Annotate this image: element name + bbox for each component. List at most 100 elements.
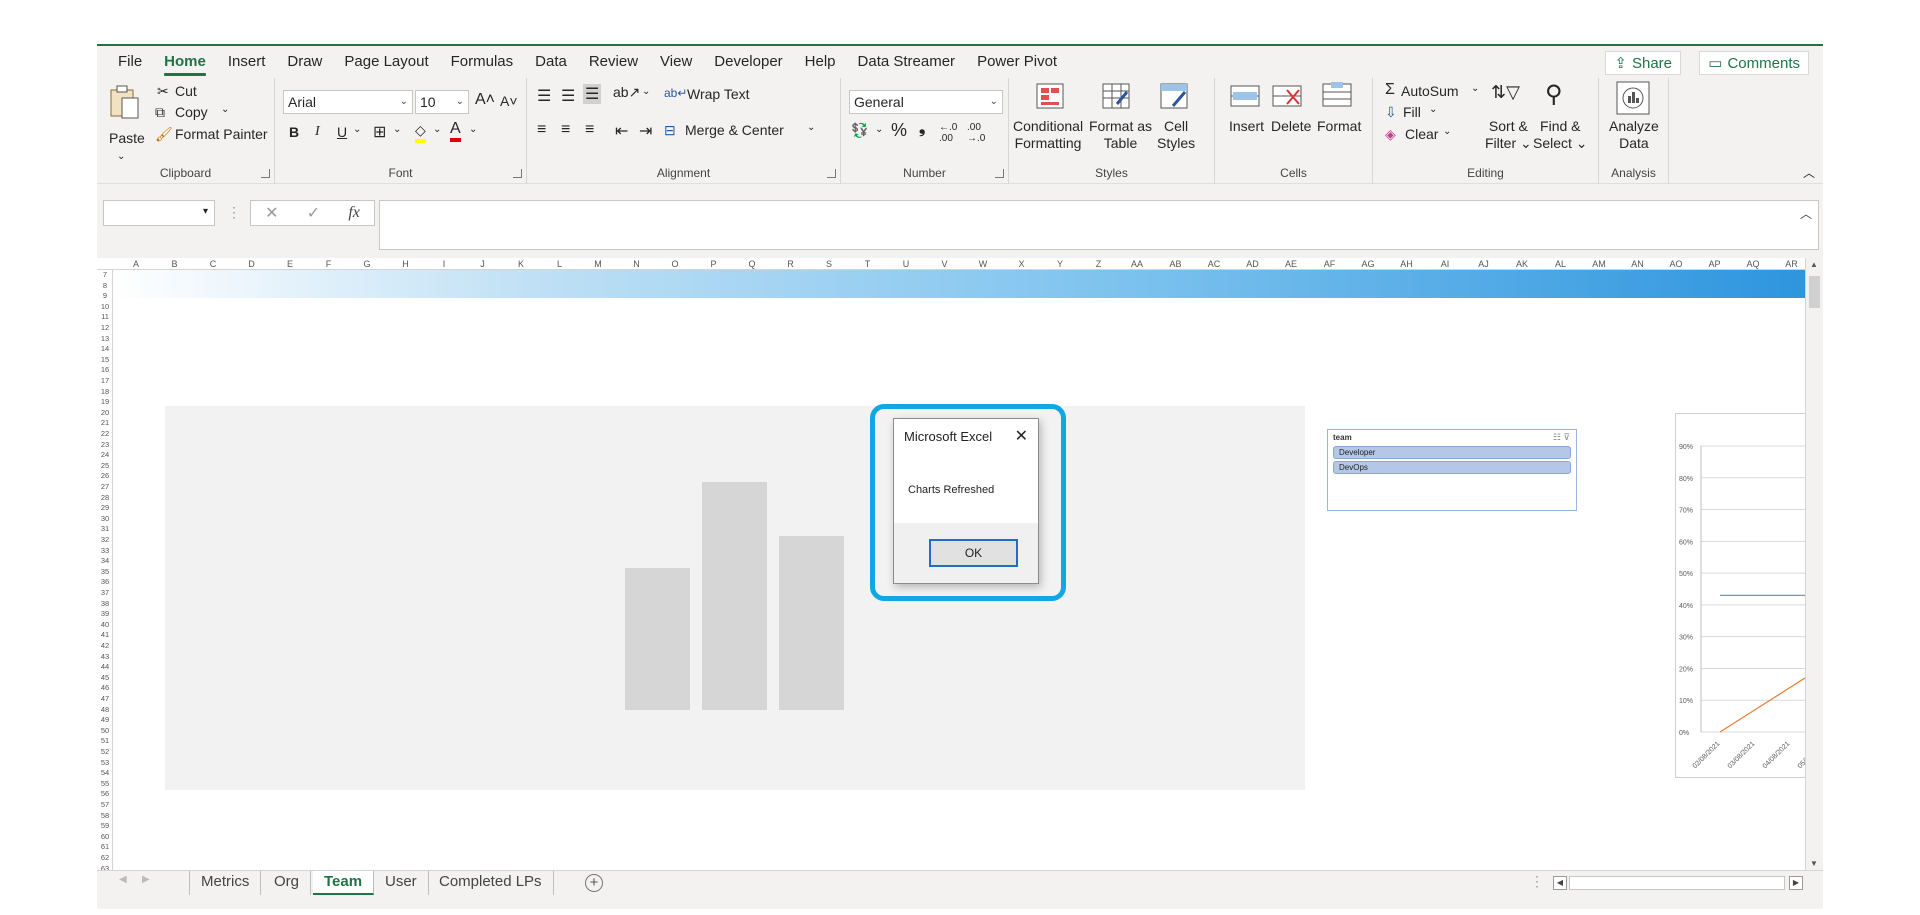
- column-header[interactable]: U: [887, 258, 925, 270]
- tab-file[interactable]: File: [107, 46, 153, 78]
- row-header[interactable]: 31: [97, 524, 113, 535]
- row-header[interactable]: 50: [97, 726, 113, 737]
- column-header[interactable]: AO: [1657, 258, 1695, 270]
- column-header[interactable]: D: [233, 258, 271, 270]
- row-header[interactable]: 40: [97, 620, 113, 631]
- autosum-button[interactable]: AutoSum: [1401, 83, 1459, 99]
- row-header[interactable]: 42: [97, 641, 113, 652]
- column-header[interactable]: C: [194, 258, 232, 270]
- column-header[interactable]: T: [849, 258, 887, 270]
- comments-button[interactable]: ▭ Comments: [1699, 51, 1809, 75]
- align-top-icon[interactable]: ☰: [537, 86, 551, 106]
- row-header[interactable]: 24: [97, 450, 113, 461]
- increase-indent-icon[interactable]: ⇥: [639, 121, 652, 141]
- row-header[interactable]: 53: [97, 758, 113, 769]
- align-middle-icon[interactable]: ☰: [561, 86, 575, 106]
- row-header[interactable]: 51: [97, 736, 113, 747]
- scroll-down-icon[interactable]: ▼: [1810, 859, 1818, 868]
- row-header[interactable]: 52: [97, 747, 113, 758]
- row-header[interactable]: 21: [97, 418, 113, 429]
- column-header[interactable]: AJ: [1465, 258, 1503, 270]
- expand-formula-bar-icon[interactable]: ︿: [1800, 205, 1812, 222]
- percent-button[interactable]: %: [891, 120, 907, 141]
- row-header[interactable]: 32: [97, 535, 113, 546]
- tab-split-grip-icon[interactable]: ⋮: [1530, 873, 1544, 890]
- row-header[interactable]: 22: [97, 429, 113, 440]
- orientation-dropdown-icon[interactable]: ⌄: [642, 86, 650, 97]
- column-header[interactable]: AE: [1272, 258, 1310, 270]
- merge-center-button[interactable]: Merge & Center: [685, 122, 784, 138]
- alignment-launcher-icon[interactable]: [827, 169, 836, 178]
- row-header[interactable]: 48: [97, 705, 113, 716]
- decrease-font-icon[interactable]: A˅: [500, 93, 518, 109]
- increase-font-icon[interactable]: A˄: [475, 91, 495, 109]
- column-header[interactable]: AB: [1157, 258, 1195, 270]
- column-header[interactable]: I: [425, 258, 463, 270]
- row-header[interactable]: 49: [97, 715, 113, 726]
- tab-review[interactable]: Review: [578, 46, 649, 78]
- sort-filter-button[interactable]: Sort & Filter ⌄: [1485, 118, 1532, 152]
- column-header[interactable]: F: [310, 258, 348, 270]
- formula-input[interactable]: ︿: [379, 200, 1819, 250]
- row-header[interactable]: 60: [97, 832, 113, 843]
- row-header[interactable]: 16: [97, 365, 113, 376]
- name-box-dropdown-icon[interactable]: ▾: [203, 206, 208, 217]
- tab-developer[interactable]: Developer: [703, 46, 793, 78]
- row-header[interactable]: 36: [97, 577, 113, 588]
- column-header[interactable]: AC: [1195, 258, 1233, 270]
- add-sheet-icon[interactable]: +: [585, 874, 603, 892]
- row-header[interactable]: 59: [97, 821, 113, 832]
- sheet-tab-user[interactable]: User: [374, 871, 429, 895]
- tab-power-pivot[interactable]: Power Pivot: [966, 46, 1068, 78]
- column-header[interactable]: AK: [1503, 258, 1541, 270]
- column-header[interactable]: AI: [1426, 258, 1464, 270]
- column-header[interactable]: X: [1003, 258, 1041, 270]
- tab-data[interactable]: Data: [524, 46, 578, 78]
- row-header[interactable]: 33: [97, 546, 113, 557]
- column-header[interactable]: J: [464, 258, 502, 270]
- sheet-tab-team[interactable]: Team: [313, 871, 375, 895]
- autosum-dropdown-icon[interactable]: ⌄: [1471, 83, 1479, 94]
- comma-style-icon[interactable]: ❟: [919, 120, 925, 138]
- format-painter-button[interactable]: Format Painter: [175, 126, 268, 142]
- conditional-formatting-button[interactable]: Conditional Formatting: [1013, 118, 1083, 152]
- italic-button[interactable]: I: [315, 124, 320, 140]
- row-header[interactable]: 45: [97, 673, 113, 684]
- accounting-dropdown-icon[interactable]: ⌄: [875, 124, 883, 135]
- orientation-icon[interactable]: ab↗: [613, 84, 640, 101]
- ok-button[interactable]: OK: [929, 539, 1018, 567]
- row-header[interactable]: 58: [97, 811, 113, 822]
- align-bottom-icon[interactable]: ☰: [583, 84, 602, 104]
- column-header[interactable]: AF: [1311, 258, 1349, 270]
- font-launcher-icon[interactable]: [513, 169, 522, 178]
- align-center-icon[interactable]: ≡: [561, 121, 570, 139]
- row-header[interactable]: 19: [97, 397, 113, 408]
- row-header[interactable]: 8: [97, 281, 113, 292]
- column-header[interactable]: R: [772, 258, 810, 270]
- slicer-item-developer[interactable]: Developer: [1333, 446, 1571, 459]
- tab-view[interactable]: View: [649, 46, 703, 78]
- sheet-tab-completed-lps[interactable]: Completed LPs: [428, 871, 554, 895]
- column-header[interactable]: Z: [1080, 258, 1118, 270]
- column-header[interactable]: Q: [733, 258, 771, 270]
- collapse-ribbon-icon[interactable]: ︿: [1803, 164, 1815, 181]
- column-header[interactable]: B: [156, 258, 194, 270]
- copy-button[interactable]: Copy: [175, 104, 208, 120]
- line-chart[interactable]: 0% 10% 20% 30% 40% 50% 60% 70% 80% 90% 02/08/2021 0…: [1675, 413, 1805, 778]
- tab-home[interactable]: Home: [153, 46, 217, 78]
- copy-dropdown-icon[interactable]: ⌄: [221, 104, 229, 115]
- prev-sheet-icon[interactable]: ◀: [119, 874, 127, 885]
- team-slicer[interactable]: team ☷ ⊽ Developer DevOps: [1327, 429, 1577, 511]
- font-size-select[interactable]: 10 ⌄: [415, 90, 469, 114]
- row-header[interactable]: 46: [97, 683, 113, 694]
- share-button[interactable]: ⇪ Share: [1605, 51, 1681, 75]
- row-header[interactable]: 55: [97, 779, 113, 790]
- row-header[interactable]: 44: [97, 662, 113, 673]
- font-name-select[interactable]: Arial ⌄: [283, 90, 413, 114]
- column-header[interactable]: G: [348, 258, 386, 270]
- column-header[interactable]: L: [541, 258, 579, 270]
- tab-draw[interactable]: Draw: [276, 46, 333, 78]
- font-color-icon[interactable]: A: [450, 120, 461, 142]
- decrease-decimal-icon[interactable]: .00 →.0: [967, 122, 985, 144]
- column-header[interactable]: Y: [1041, 258, 1079, 270]
